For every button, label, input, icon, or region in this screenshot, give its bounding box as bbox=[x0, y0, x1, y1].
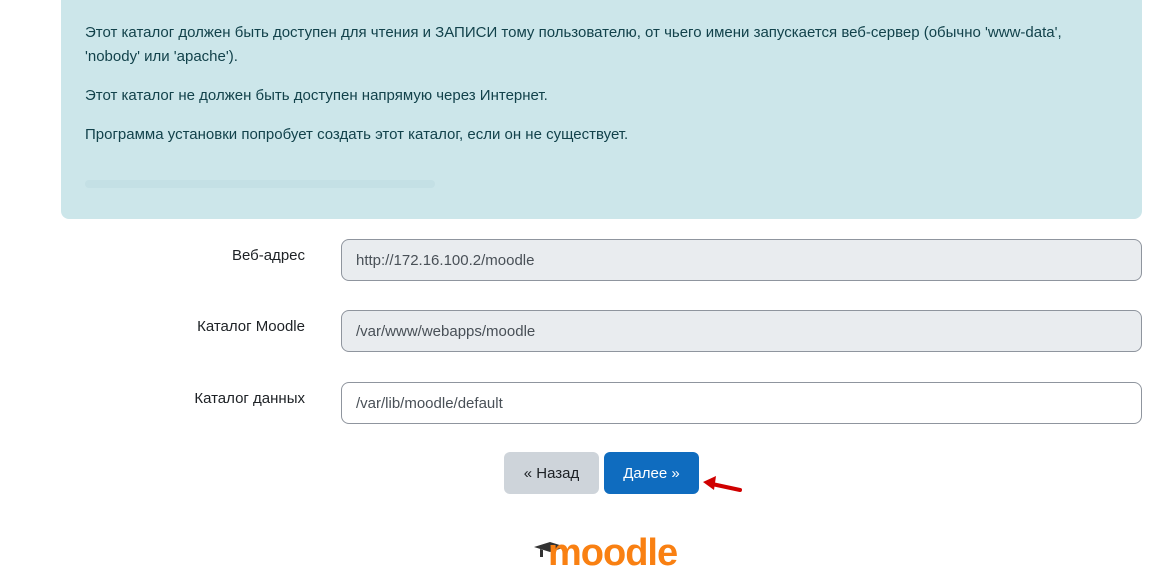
web-address-field[interactable] bbox=[341, 239, 1142, 281]
notice-paragraph-auto-create: Программа установки попробует создать эт… bbox=[85, 126, 629, 143]
web-address-row: Веб-адрес bbox=[0, 239, 1174, 281]
data-dir-label: Каталог данных bbox=[194, 390, 305, 407]
back-button[interactable]: « Назад bbox=[504, 452, 599, 494]
notice-faded-line bbox=[85, 180, 435, 188]
moodle-dir-row: Каталог Moodle bbox=[0, 310, 1174, 352]
info-notice: Этот каталог должен быть доступен для чт… bbox=[61, 0, 1142, 219]
moodle-logo: moodle bbox=[534, 530, 684, 570]
notice-paragraph-permissions: Этот каталог должен быть доступен для чт… bbox=[85, 24, 1062, 65]
data-dir-row: Каталог данных bbox=[0, 382, 1174, 424]
red-arrow-icon bbox=[703, 476, 742, 492]
moodle-logo-text: moodle bbox=[548, 532, 678, 570]
web-address-label: Веб-адрес bbox=[231, 247, 305, 264]
next-button[interactable]: Далее » bbox=[604, 452, 699, 494]
data-dir-field[interactable] bbox=[341, 382, 1142, 424]
moodle-dir-field[interactable] bbox=[341, 310, 1142, 352]
moodle-dir-label: Каталог Moodle bbox=[197, 318, 305, 335]
notice-paragraph-no-web-access: Этот каталог не должен быть доступен нап… bbox=[85, 87, 548, 104]
